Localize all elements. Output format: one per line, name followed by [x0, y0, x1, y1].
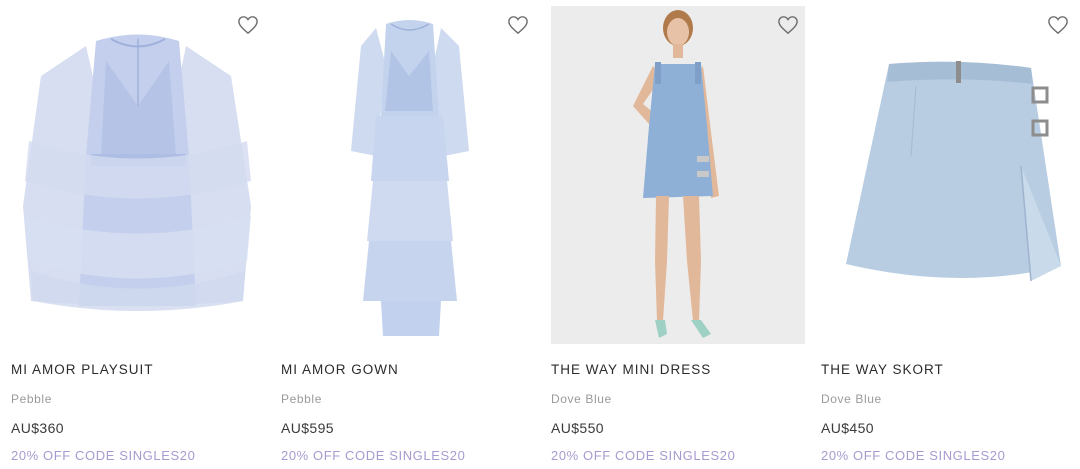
- playsuit-illustration: [23, 34, 251, 311]
- mini-dress-model-illustration: [633, 10, 719, 338]
- product-color: Pebble: [281, 392, 322, 406]
- heart-outline-icon: [778, 16, 798, 35]
- heart-outline-icon: [508, 16, 528, 35]
- product-color: Dove Blue: [821, 392, 882, 406]
- product-price: AU$550: [551, 420, 604, 436]
- product-card[interactable]: THE WAY SKORT Dove Blue AU$450 20% OFF C…: [810, 0, 1080, 469]
- heart-outline-icon: [238, 16, 258, 35]
- wishlist-button[interactable]: [237, 15, 259, 35]
- promo-code-label: 20% OFF CODE SINGLES20: [11, 448, 196, 463]
- product-name[interactable]: MI AMOR PLAYSUIT: [11, 362, 154, 377]
- gown-image[interactable]: [281, 6, 535, 344]
- product-card[interactable]: MI AMOR PLAYSUIT Pebble AU$360 20% OFF C…: [0, 0, 270, 469]
- promo-code-label: 20% OFF CODE SINGLES20: [281, 448, 466, 463]
- product-name[interactable]: THE WAY SKORT: [821, 362, 944, 377]
- wishlist-button[interactable]: [1047, 15, 1069, 35]
- product-price: AU$360: [11, 420, 64, 436]
- promo-code-label: 20% OFF CODE SINGLES20: [821, 448, 1006, 463]
- product-name[interactable]: MI AMOR GOWN: [281, 362, 399, 377]
- wishlist-button[interactable]: [507, 15, 529, 35]
- mini-dress-model-image[interactable]: [551, 6, 805, 344]
- product-color: Pebble: [11, 392, 52, 406]
- product-card[interactable]: MI AMOR GOWN Pebble AU$595 20% OFF CODE …: [270, 0, 540, 469]
- heart-outline-icon: [1048, 16, 1068, 35]
- product-grid: MI AMOR PLAYSUIT Pebble AU$360 20% OFF C…: [0, 0, 1080, 469]
- skort-image[interactable]: [821, 6, 1075, 344]
- skort-illustration: [846, 61, 1061, 282]
- product-price: AU$450: [821, 420, 874, 436]
- product-price: AU$595: [281, 420, 334, 436]
- product-name[interactable]: THE WAY MINI DRESS: [551, 362, 711, 377]
- promo-code-label: 20% OFF CODE SINGLES20: [551, 448, 736, 463]
- product-card[interactable]: THE WAY MINI DRESS Dove Blue AU$550 20% …: [540, 0, 810, 469]
- product-color: Dove Blue: [551, 392, 612, 406]
- wishlist-button[interactable]: [777, 15, 799, 35]
- playsuit-image[interactable]: [11, 6, 265, 344]
- gown-illustration: [351, 20, 469, 336]
